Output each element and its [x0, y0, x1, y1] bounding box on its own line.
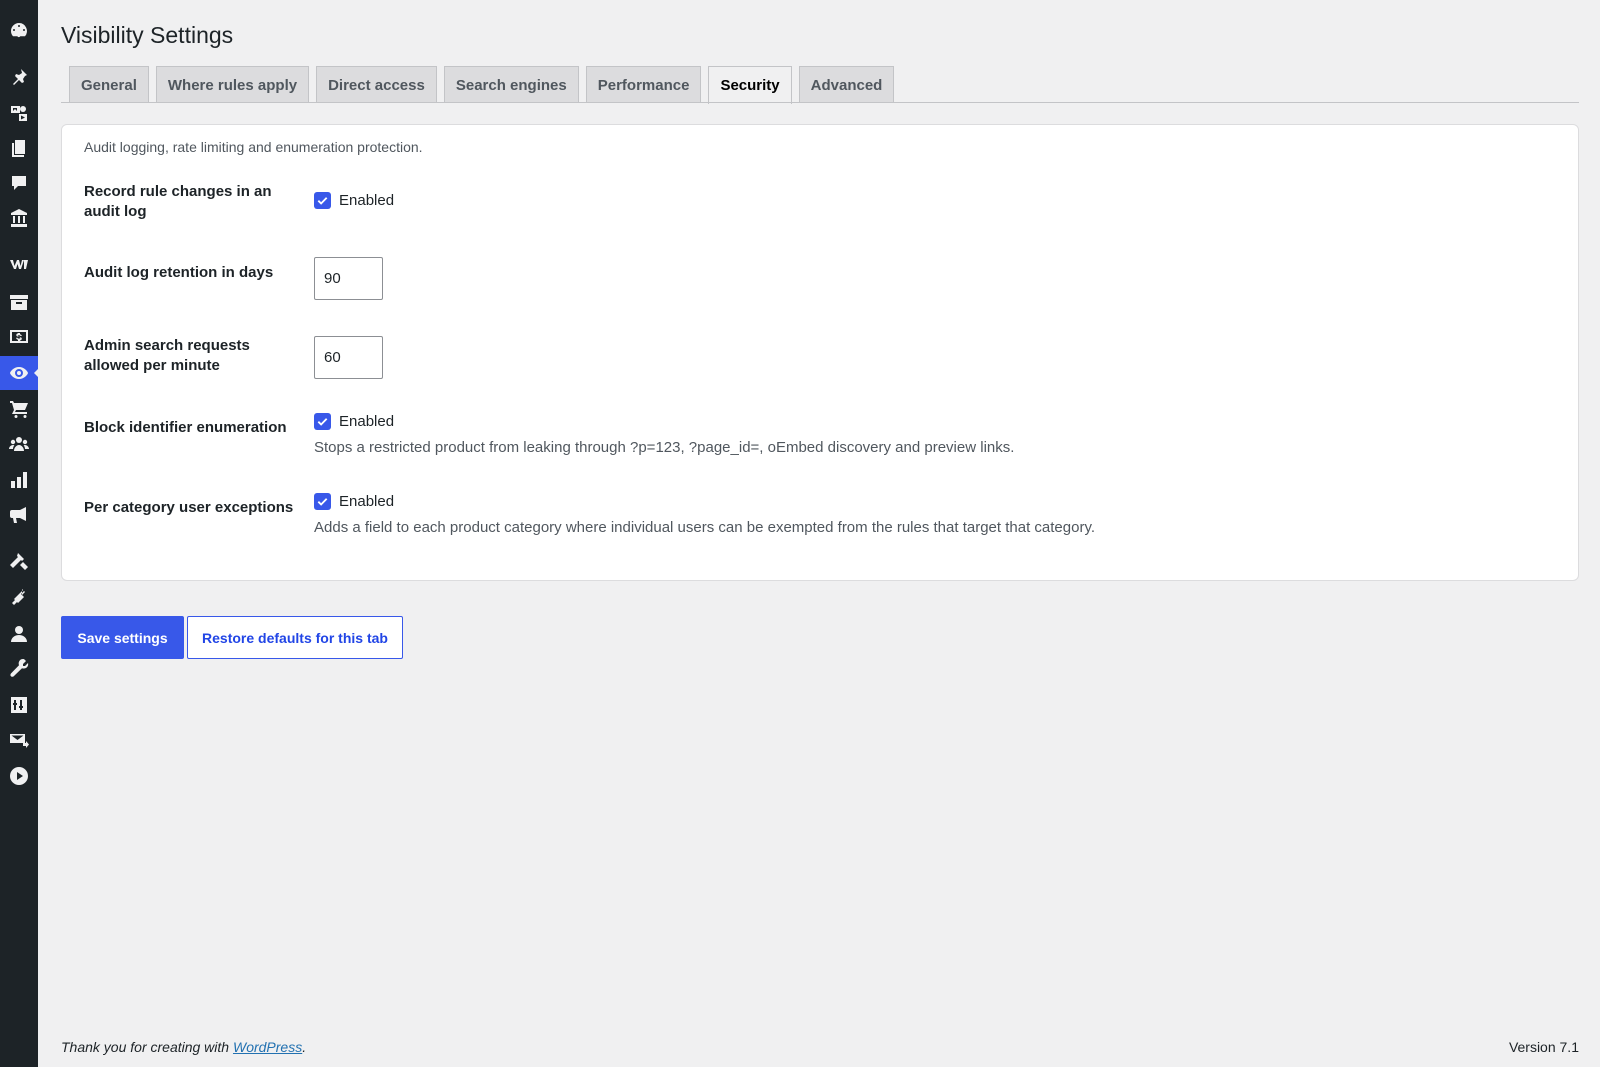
- tab-security[interactable]: Security: [708, 66, 792, 104]
- eye-icon[interactable]: [0, 356, 39, 390]
- chart-icon[interactable]: [0, 463, 38, 497]
- checkmark-icon: [317, 197, 328, 205]
- hammer-icon[interactable]: [0, 545, 38, 579]
- retention-label: Audit log retention in days: [84, 264, 274, 281]
- category-exceptions-toggle[interactable]: Enabled: [314, 493, 394, 510]
- wordpress-link[interactable]: WordPress: [233, 1039, 302, 1055]
- rate-limit-input[interactable]: [314, 336, 383, 379]
- enumeration-checkbox[interactable]: [314, 413, 331, 430]
- tab-where-rules-apply[interactable]: Where rules apply: [155, 66, 310, 103]
- tab-general[interactable]: General: [69, 66, 149, 103]
- footer-version: Version 7.1: [1508, 1039, 1579, 1055]
- checkmark-icon: [317, 498, 328, 506]
- tab-performance[interactable]: Performance: [585, 66, 702, 103]
- cart-icon[interactable]: [0, 392, 38, 426]
- megaphone-icon[interactable]: [0, 498, 38, 532]
- audit-log-checkbox[interactable]: [314, 192, 331, 209]
- enumeration-checkbox-label: Enabled: [339, 413, 395, 430]
- enumeration-label: Block identifier enumeration: [84, 419, 287, 436]
- save-settings-button[interactable]: Save settings: [61, 616, 184, 659]
- audit-log-label: Record rule changes in an audit log: [84, 183, 272, 220]
- mail-icon[interactable]: [0, 723, 38, 757]
- enumeration-toggle[interactable]: Enabled: [314, 413, 394, 430]
- rate-limit-label: Admin search requests allowed per minute: [84, 337, 250, 374]
- dashboard-icon[interactable]: [0, 13, 38, 47]
- tab-advanced[interactable]: Advanced: [798, 66, 895, 103]
- tab-direct-access[interactable]: Direct access: [316, 66, 437, 103]
- comments-icon[interactable]: [0, 166, 38, 200]
- pages-icon[interactable]: [0, 131, 38, 165]
- audit-log-toggle[interactable]: Enabled: [314, 192, 394, 209]
- restore-defaults-button[interactable]: Restore defaults for this tab: [187, 616, 403, 659]
- footer-thanks-suffix: .: [302, 1039, 307, 1055]
- media-icon[interactable]: [0, 96, 38, 130]
- page-title: Visibility Settings: [61, 22, 234, 48]
- checkmark-icon: [317, 418, 328, 426]
- plugin-icon[interactable]: [0, 581, 38, 615]
- footer-thanks-prefix: Thank you for creating with: [61, 1039, 233, 1055]
- play-icon[interactable]: [0, 759, 38, 793]
- audit-log-checkbox-label: Enabled: [339, 192, 395, 209]
- footer-thanks: Thank you for creating with WordPress.: [61, 1039, 306, 1055]
- category-exceptions-checkbox[interactable]: [314, 493, 331, 510]
- enumeration-help: Stops a restricted product from leaking …: [314, 439, 1015, 456]
- category-exceptions-label: Per category user exceptions: [84, 499, 294, 516]
- tabs-divider: [61, 102, 1579, 103]
- security-settings-card: Audit logging, rate limiting and enumera…: [61, 124, 1579, 581]
- admin-sidebar: [0, 0, 39, 1067]
- settings-icon[interactable]: [0, 688, 38, 722]
- retention-days-input[interactable]: [314, 257, 383, 300]
- tab-bar: General Where rules apply Direct access …: [69, 66, 895, 104]
- archive-icon[interactable]: [0, 285, 38, 319]
- tab-search-engines[interactable]: Search engines: [443, 66, 579, 103]
- money-icon[interactable]: [0, 319, 38, 353]
- wrench-icon[interactable]: [0, 652, 38, 686]
- category-exceptions-help: Adds a field to each product category wh…: [314, 519, 1095, 536]
- bank-icon[interactable]: [0, 201, 38, 235]
- section-intro: Audit logging, rate limiting and enumera…: [84, 139, 423, 155]
- category-exceptions-checkbox-label: Enabled: [339, 493, 395, 510]
- user-icon[interactable]: [0, 617, 38, 651]
- pin-icon[interactable]: [0, 60, 38, 94]
- groups-icon[interactable]: [0, 427, 38, 461]
- woocommerce-icon[interactable]: [0, 247, 38, 281]
